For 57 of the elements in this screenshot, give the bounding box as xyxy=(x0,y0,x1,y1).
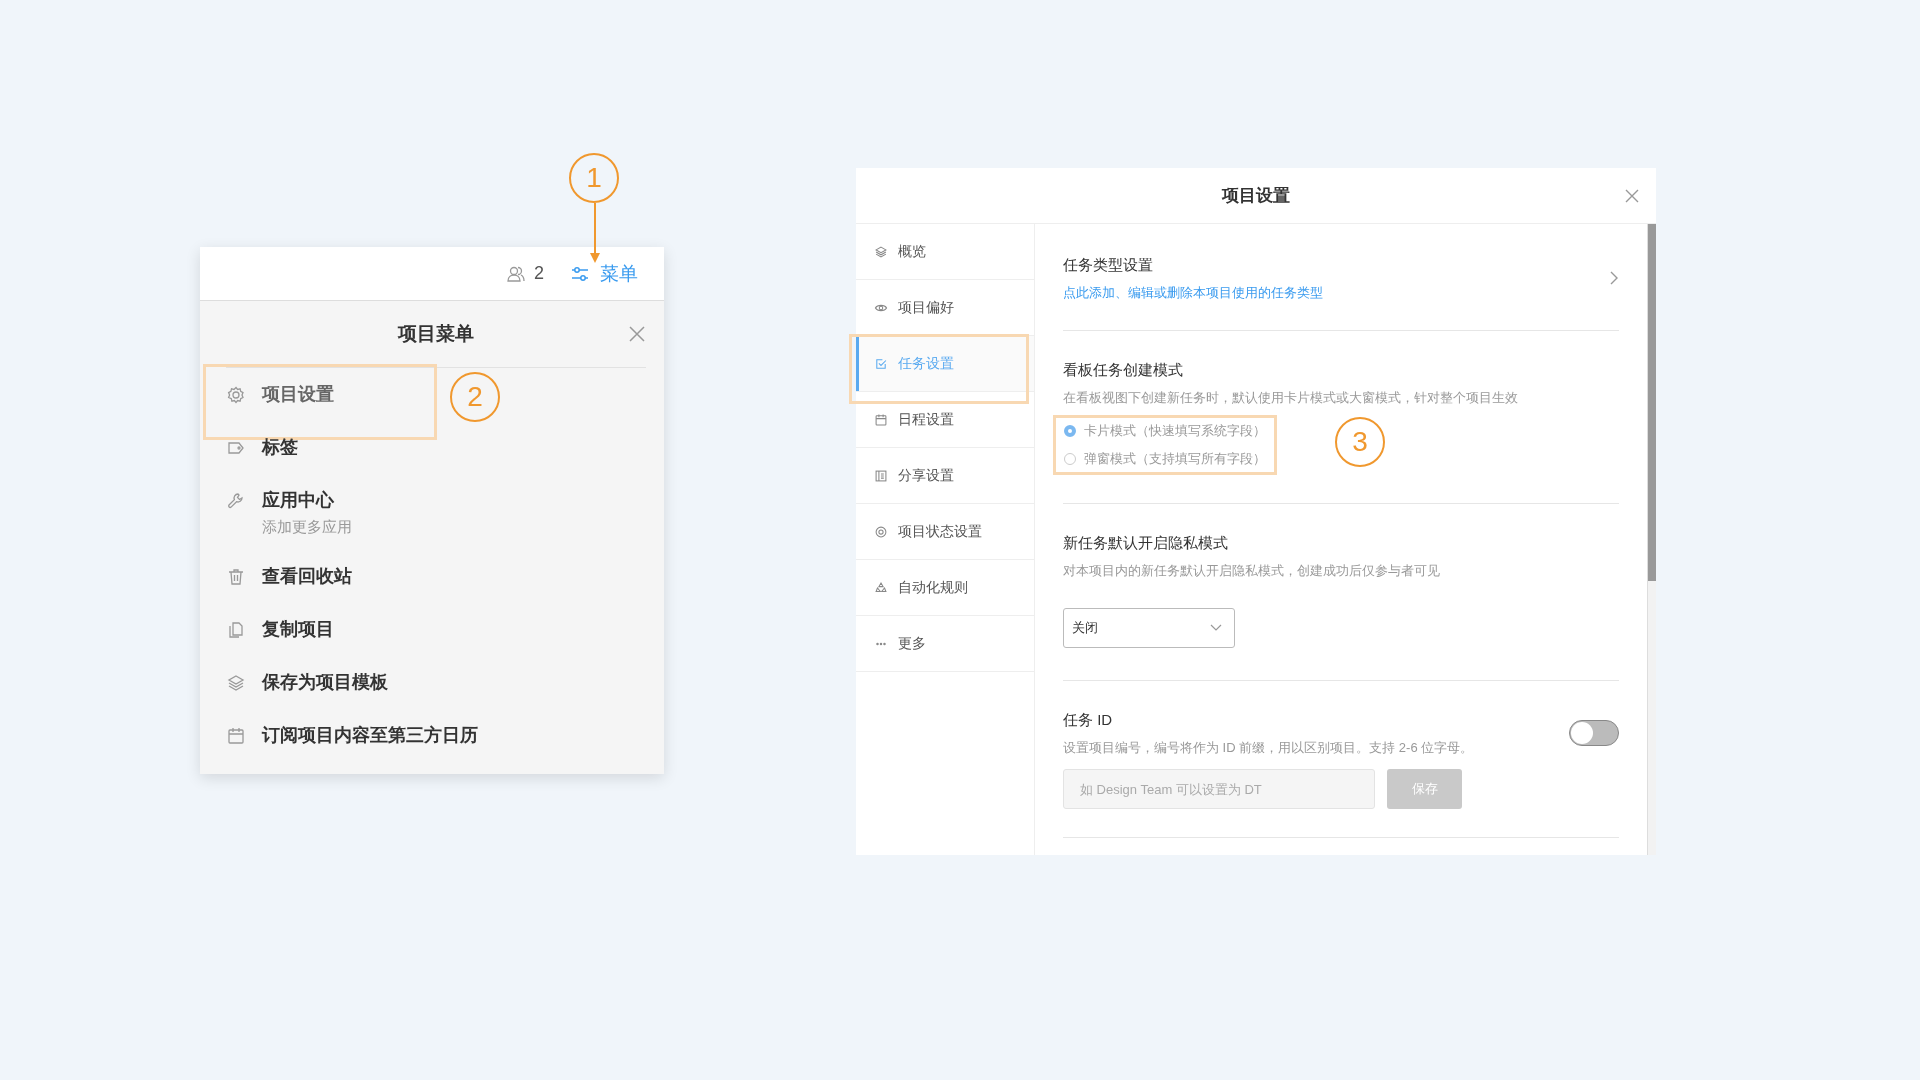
nav-item[interactable]: 项目状态设置 xyxy=(856,504,1034,560)
menu-item-label: 应用中心 xyxy=(262,489,335,512)
menu-item-label: 标签 xyxy=(262,436,298,459)
section-description: 对本项目内的新任务默认开启隐私模式，创建成功后仅参与者可见 xyxy=(1063,562,1441,580)
callout-arrow xyxy=(589,203,601,265)
wrench-icon xyxy=(226,491,246,511)
radio-button[interactable] xyxy=(1064,425,1076,437)
chevron-right-icon[interactable] xyxy=(1609,270,1619,286)
checkbox-icon xyxy=(874,356,888,371)
menu-item-label: 复制项目 xyxy=(262,618,334,641)
menu-item[interactable]: 查看回收站 xyxy=(200,550,434,603)
menu-item[interactable]: 保存为项目模板 xyxy=(200,656,434,709)
calendar-icon xyxy=(226,726,246,746)
section-title: 任务 ID xyxy=(1063,710,1114,730)
nav-item[interactable]: 日程设置 xyxy=(856,392,1034,448)
nav-item[interactable]: 项目偏好 xyxy=(856,280,1034,336)
nav-item[interactable]: 自动化规则 xyxy=(856,560,1034,616)
menu-item[interactable]: 标签 xyxy=(200,421,434,474)
close-icon[interactable] xyxy=(628,325,646,343)
menu-item[interactable]: 项目设置 xyxy=(200,368,434,421)
close-icon[interactable] xyxy=(1624,187,1640,204)
section-description: 设置项目编号，编号将作为 ID 前缀，用以区别项目。支持 2-6 位字母。 xyxy=(1063,739,1474,757)
layers-icon xyxy=(226,673,246,693)
nav-item[interactable]: 分享设置 xyxy=(856,448,1034,504)
layers-icon xyxy=(874,244,888,259)
menu-item-label: 订阅项目内容至第三方日历 xyxy=(262,724,478,747)
scrollbar[interactable] xyxy=(1647,224,1656,855)
menu-item-sublabel: 添加更多应用 xyxy=(262,518,352,537)
callout-number: 3 xyxy=(1335,417,1385,467)
menu-item-label: 查看回收站 xyxy=(262,565,352,588)
copy-icon xyxy=(226,620,246,640)
menu-item-label: 保存为项目模板 xyxy=(262,671,388,694)
privacy-dropdown[interactable]: 关闭 xyxy=(1063,608,1235,648)
task-id-input[interactable]: 如 Design Team 可以设置为 DT xyxy=(1063,769,1375,809)
member-count: 2 xyxy=(534,263,544,284)
callout-number: 1 xyxy=(569,153,619,203)
nav-item[interactable]: 更多 xyxy=(856,616,1034,672)
calendar-icon xyxy=(874,412,888,427)
recycle-icon xyxy=(874,580,888,595)
section-title: 新任务默认开启隐私模式 xyxy=(1063,533,1229,553)
trash-icon xyxy=(226,567,246,587)
section-title: 任务类型设置 xyxy=(1063,255,1154,275)
panel-title: 项目设置 xyxy=(1222,185,1290,207)
menu-title: 项目菜单 xyxy=(398,322,474,346)
chevron-down-icon xyxy=(1210,624,1222,632)
menu-item[interactable]: 复制项目 xyxy=(200,603,434,656)
gear-icon xyxy=(226,385,246,405)
document-icon xyxy=(874,468,888,483)
menu-item[interactable]: 应用中心 添加更多应用 xyxy=(200,474,434,550)
section-title: 看板任务创建模式 xyxy=(1063,360,1184,380)
section-description: 在看板视图下创建新任务时，默认使用卡片模式或大窗模式，针对整个项目生效 xyxy=(1063,389,1519,407)
menu-item-label: 项目设置 xyxy=(262,383,334,406)
menu-item[interactable]: 订阅项目内容至第三方日历 xyxy=(200,709,504,762)
task-id-toggle[interactable] xyxy=(1569,720,1619,746)
nav-item[interactable]: 概览 xyxy=(856,224,1034,280)
target-icon xyxy=(874,524,888,539)
callout-number: 2 xyxy=(450,372,500,422)
